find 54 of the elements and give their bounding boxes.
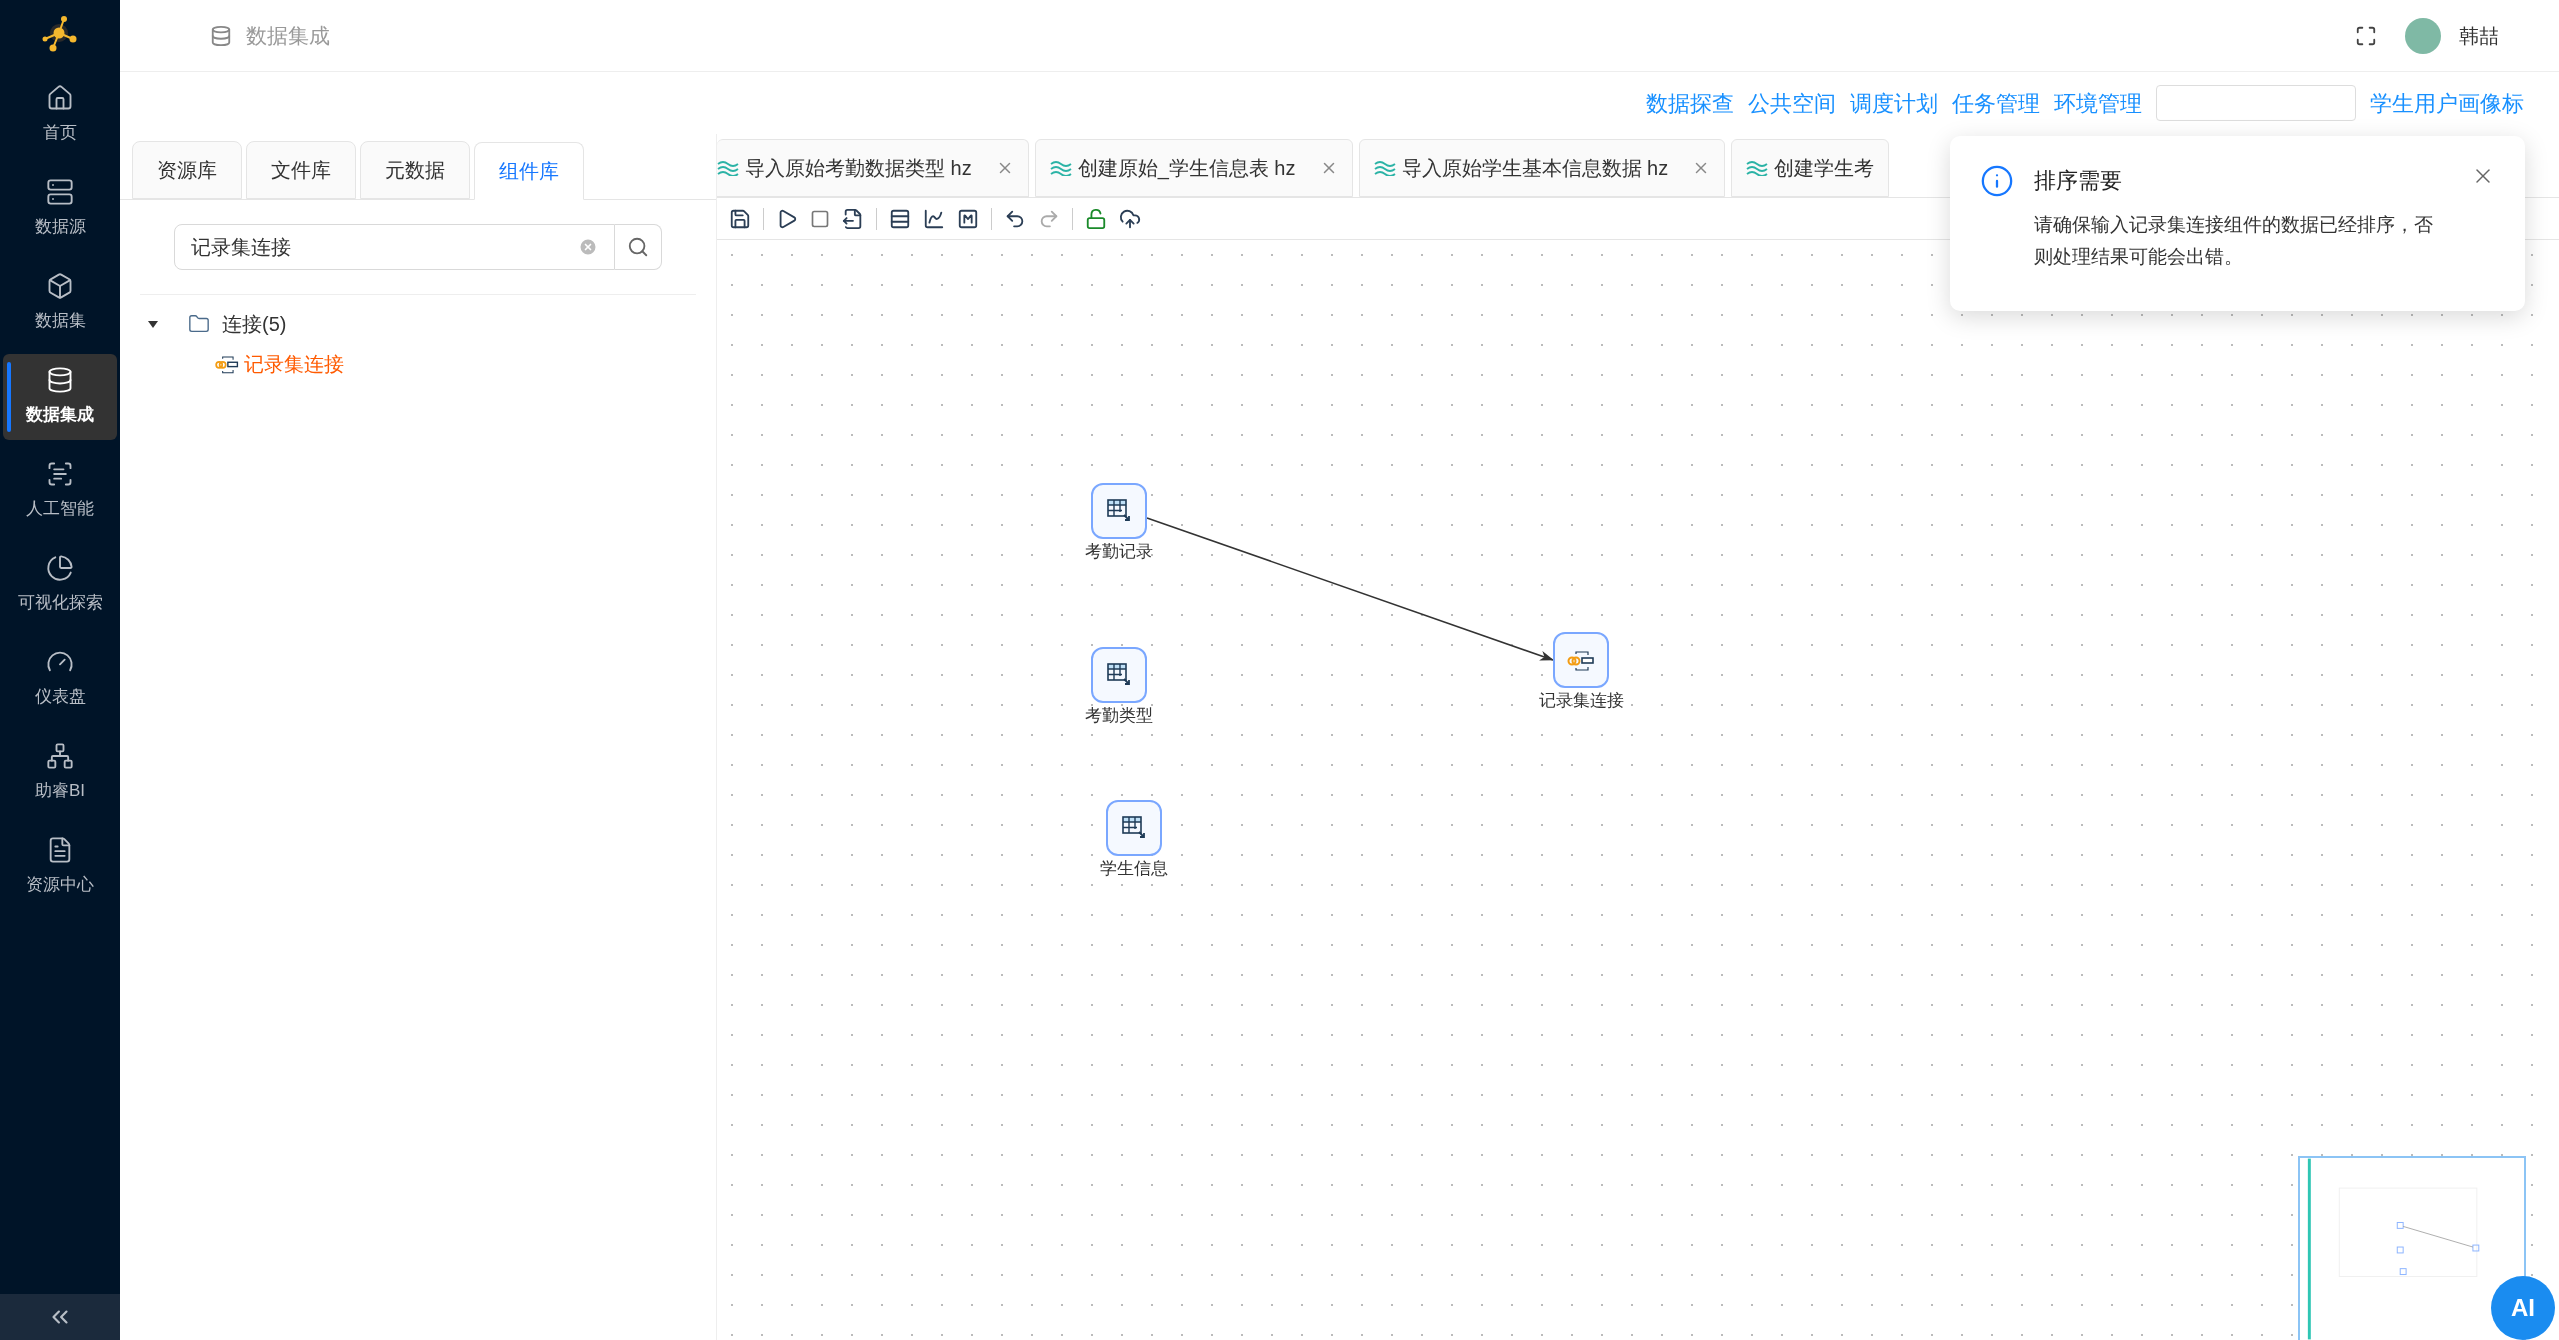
search-icon [627,236,649,258]
node-label: 考勤类型 [1085,705,1153,727]
user-name[interactable]: 韩喆 [2459,20,2499,51]
rows-icon[interactable] [889,207,911,230]
panel-tab[interactable]: 资源库 [132,141,242,199]
node-label: 记录集连接 [1538,690,1624,712]
sidebar-item[interactable]: 人工智能 [3,448,117,534]
save-icon[interactable] [729,207,751,230]
document-tab[interactable]: 导入原始考勤数据类型 hz [717,139,1029,197]
network-icon [46,742,74,771]
sidebar-item[interactable]: 资源中心 [3,824,117,910]
m-square-icon[interactable] [957,207,979,230]
page-title: 数据集成 [246,22,330,49]
canvas-node[interactable] [1106,800,1162,856]
document-tab[interactable]: 创建学生考 [1731,139,1890,197]
stop-icon[interactable] [810,208,830,229]
pie-chart-icon [46,554,74,583]
sidebar-item[interactable]: 数据源 [3,166,117,252]
cube-icon [46,272,74,301]
notification-title: 排序需要 [2034,167,2123,195]
waves-icon [1049,160,1072,176]
canvas-node[interactable] [1553,632,1609,688]
folder-icon [188,313,210,335]
document-tab[interactable]: 导入原始学生基本信息数据 hz [1358,139,1726,197]
sidebar-item[interactable]: 数据集 [3,260,117,346]
panel-tab[interactable]: 文件库 [246,141,356,199]
document-tab[interactable]: 创建原始_学生信息表 hz [1034,139,1353,197]
sidebar-item[interactable]: 助睿BI [3,730,117,816]
info-icon [1980,164,2014,198]
search-button[interactable] [615,224,662,270]
document-icon[interactable] [842,207,864,230]
sidebar-item[interactable]: 可视化探索 [3,542,117,628]
notification-message: 请确保输入记录集连接组件的数据已经排序，否则处理结果可能会出错。 [2034,213,2434,269]
upload-icon[interactable] [1119,207,1141,230]
sidebar-item[interactable]: 首页 [3,72,117,158]
sidebar-item[interactable]: 仪表盘 [3,636,117,722]
fullscreen-icon[interactable] [2355,24,2377,47]
sidebar-item[interactable]: 数据集成 [3,354,117,440]
stack-icon [210,24,232,47]
waves-icon [1746,160,1769,176]
node-label: 考勤记录 [1085,541,1153,563]
panel-tab[interactable]: 元数据 [360,141,470,199]
chart-icon[interactable] [923,207,945,230]
waves-icon [1373,160,1396,176]
canvas-node[interactable] [1091,647,1147,703]
tree-item[interactable]: 连接(5) [222,309,287,339]
search-field[interactable]: 记录集连接 [174,224,615,270]
canvas-node[interactable] [1091,483,1147,539]
database-icon [46,366,74,395]
waves-icon [717,160,739,176]
panel-tab[interactable]: 组件库 [474,142,584,200]
node-label: 学生信息 [1100,858,1168,880]
server-icon [46,178,74,207]
unlock-icon[interactable] [1085,207,1107,230]
